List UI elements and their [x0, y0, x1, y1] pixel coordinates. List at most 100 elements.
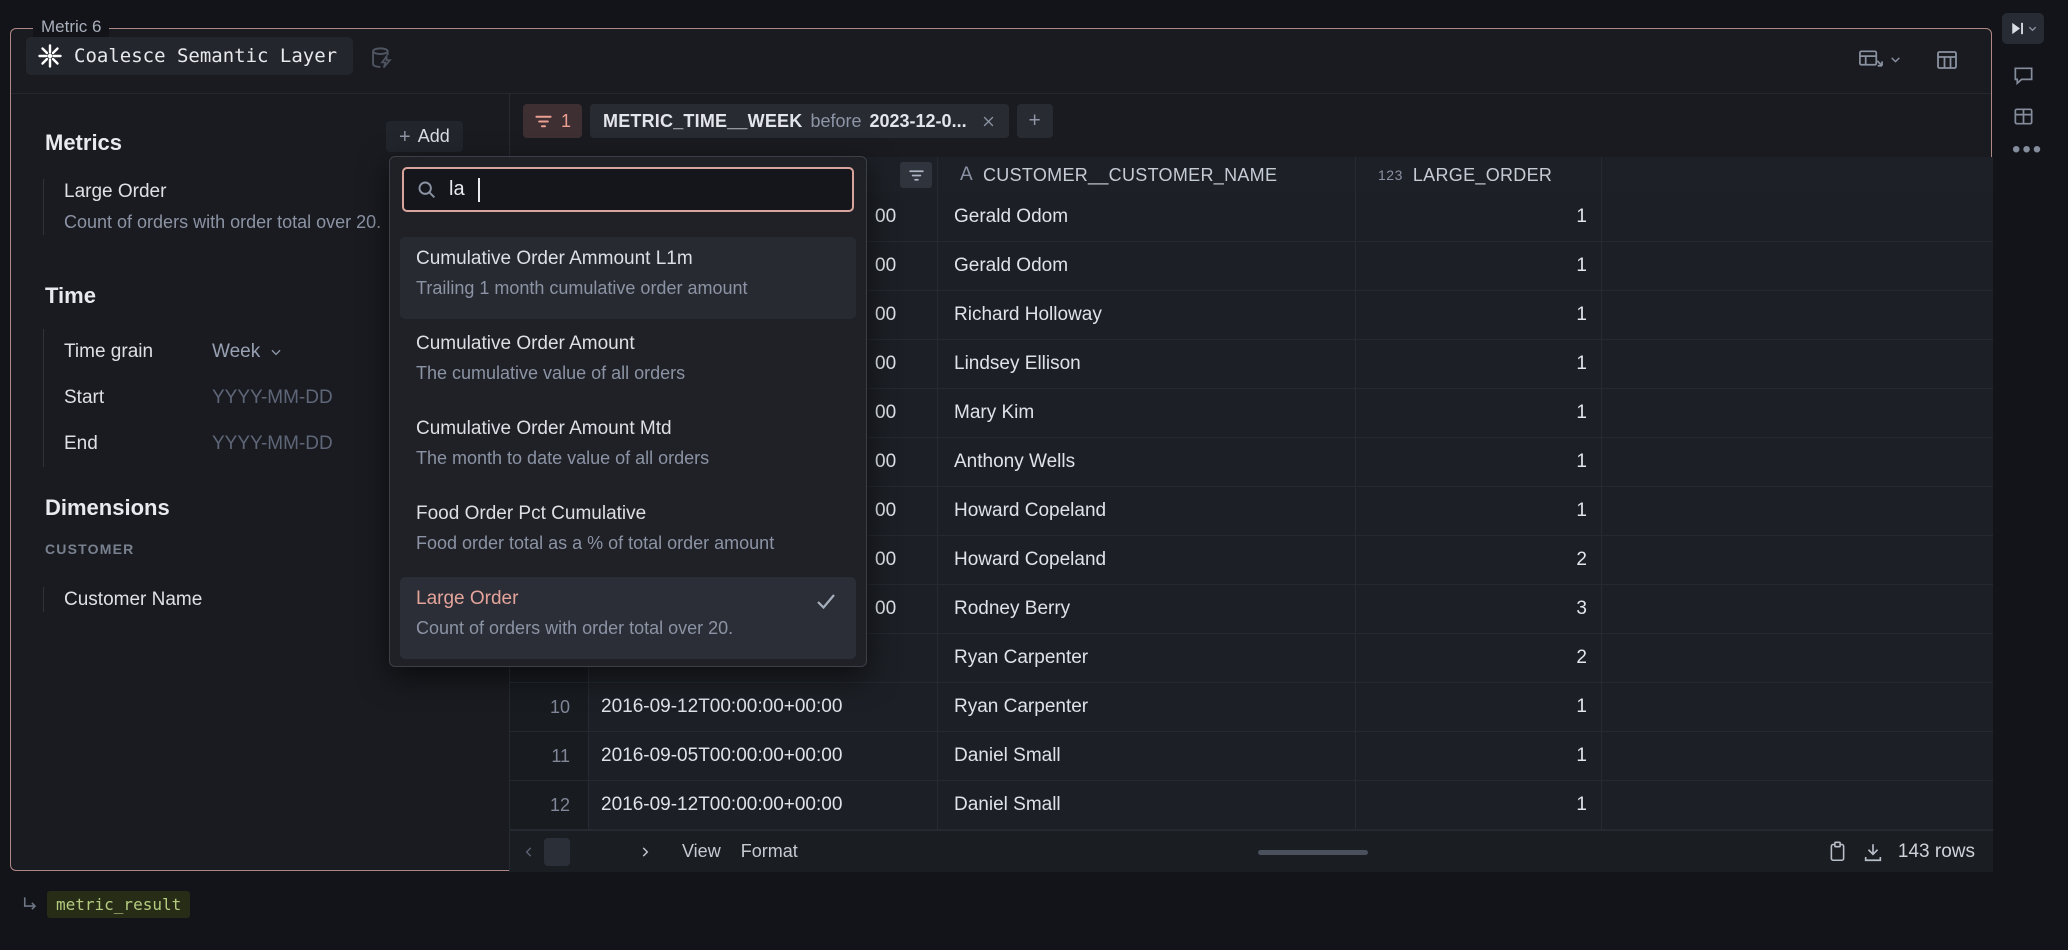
remove-filter-icon[interactable] — [981, 114, 996, 129]
metric-options-list: Cumulative Order Ammount L1m Trailing 1 … — [390, 237, 866, 662]
more-options-icon[interactable]: ••• — [2012, 136, 2043, 164]
filter-chip[interactable]: METRIC_TIME__WEEK before 2023-12-0... — [590, 104, 1009, 138]
search-query-text: la — [449, 178, 465, 201]
metric-option-description: Food order total as a % of total order a… — [416, 531, 840, 555]
large-order-cell: 1 — [1356, 683, 1602, 731]
format-menu-button[interactable]: Format — [741, 841, 798, 862]
filler-cell — [1602, 781, 1993, 829]
page-numbers — [544, 838, 630, 866]
customer-column-title: CUSTOMER__CUSTOMER_NAME — [983, 165, 1277, 186]
run-options-chevron-icon — [2027, 23, 2038, 34]
customer-name-cell: Daniel Small — [938, 781, 1356, 829]
time-grain-label: Time grain — [64, 341, 212, 363]
table-row[interactable]: 10 2016-09-12T00:00:00+00:00 Ryan Carpen… — [510, 683, 1993, 732]
selected-metric-item[interactable]: Large Order Count of orders with order t… — [43, 179, 381, 235]
next-page-icon[interactable] — [634, 845, 656, 859]
view-switcher[interactable] — [1858, 48, 1902, 70]
metric-search-dropdown: la Cumulative Order Ammount L1m Trailing… — [389, 156, 867, 667]
add-metric-button[interactable]: + Add — [386, 121, 463, 152]
metric-option[interactable]: Large Order Count of orders with order t… — [400, 577, 856, 659]
metric-option[interactable]: Food Order Pct Cumulative Food order tot… — [400, 492, 856, 574]
chevron-down-icon — [269, 345, 283, 359]
start-date-input[interactable]: YYYY-MM-DD — [212, 387, 333, 409]
large-order-column-title: LARGE_ORDER — [1413, 165, 1552, 186]
customer-name-cell: Ryan Carpenter — [938, 634, 1356, 682]
number-type-icon: 123 — [1378, 167, 1403, 183]
filter-count-badge[interactable]: 1 — [523, 104, 582, 138]
copy-table-icon[interactable] — [1827, 840, 1848, 863]
text-caret — [478, 178, 480, 202]
filler-cell — [1602, 536, 1993, 584]
customer-name-cell: Ryan Carpenter — [938, 683, 1356, 731]
metric-option-title: Large Order — [416, 587, 840, 611]
view-menu-button[interactable]: View — [682, 841, 721, 862]
filler-cell — [1602, 340, 1993, 388]
large-order-column-header[interactable]: 123 LARGE_ORDER — [1356, 157, 1602, 193]
table-grid-icon[interactable] — [2012, 105, 2035, 128]
table-row[interactable]: 12 2016-09-12T00:00:00+00:00 Daniel Smal… — [510, 781, 1993, 830]
run-play-icon — [2008, 20, 2025, 37]
filler-cell — [1602, 193, 1993, 241]
large-order-cell: 1 — [1356, 732, 1602, 780]
semantic-layer-source-chip[interactable]: Coalesce Semantic Layer — [26, 37, 353, 75]
output-variable-name[interactable]: metric_result — [47, 891, 190, 918]
dimension-item[interactable]: Customer Name — [43, 587, 202, 612]
filter-icon — [534, 113, 553, 130]
customer-column-header[interactable]: A CUSTOMER__CUSTOMER_NAME — [938, 157, 1356, 193]
add-filter-button[interactable]: + — [1017, 104, 1053, 138]
footer-right-group: 143 rows — [1827, 831, 1975, 872]
comment-icon[interactable] — [2012, 64, 2035, 87]
download-icon[interactable] — [1862, 841, 1884, 863]
page-number-button[interactable] — [544, 838, 570, 866]
page-root: ••• Metric 6 Coalesce Semantic Layer — [0, 0, 2068, 950]
filler-cell — [1602, 683, 1993, 731]
large-order-cell: 1 — [1356, 438, 1602, 486]
time-grain-select[interactable]: Week — [212, 341, 283, 363]
plus-icon: + — [399, 127, 411, 147]
column-filter-icon[interactable] — [900, 162, 932, 188]
large-order-cell: 3 — [1356, 585, 1602, 633]
filler-cell — [1602, 732, 1993, 780]
page-number-button[interactable] — [574, 838, 600, 866]
notebook-cell: Metric 6 Coalesce Semantic Layer — [10, 28, 1992, 871]
page-number-button[interactable] — [604, 838, 630, 866]
end-date-input[interactable]: YYYY-MM-DD — [212, 433, 333, 455]
start-date-row: Start YYYY-MM-DD — [64, 375, 333, 421]
metric-search-input[interactable]: la — [402, 167, 854, 212]
add-button-label: Add — [418, 126, 450, 147]
filter-field: METRIC_TIME__WEEK — [603, 111, 802, 132]
metric-option[interactable]: Cumulative Order Ammount L1m Trailing 1 … — [400, 237, 856, 319]
time-grain-value: Week — [212, 341, 260, 363]
customer-name-cell: Mary Kim — [938, 389, 1356, 437]
horizontal-scrollbar-thumb[interactable] — [1258, 850, 1368, 855]
start-label: Start — [64, 387, 212, 409]
large-order-cell: 1 — [1356, 291, 1602, 339]
filler-cell — [1602, 438, 1993, 486]
filler-column-header — [1602, 157, 1993, 193]
filter-operator: before — [810, 111, 861, 132]
chevron-down-icon — [1889, 53, 1902, 66]
prev-page-icon[interactable] — [518, 845, 540, 859]
time-heading: Time — [45, 283, 96, 309]
metric-option[interactable]: Cumulative Order Amount The cumulative v… — [400, 322, 856, 404]
filler-cell — [1602, 389, 1993, 437]
data-settings-button[interactable] — [1935, 48, 1959, 72]
metric-option[interactable]: Cumulative Order Amount Mtd The month to… — [400, 407, 856, 489]
date-cell: 2016-09-05T00:00:00+00:00 — [589, 732, 938, 780]
run-cell-button[interactable] — [2002, 13, 2044, 44]
search-icon — [416, 179, 437, 200]
row-number-cell: 12 — [510, 781, 589, 829]
large-order-cell: 1 — [1356, 781, 1602, 829]
filler-cell — [1602, 291, 1993, 339]
large-order-cell: 1 — [1356, 242, 1602, 290]
filler-cell — [1602, 242, 1993, 290]
metric-option-title: Cumulative Order Amount Mtd — [416, 417, 840, 441]
customer-name-cell: Rodney Berry — [938, 585, 1356, 633]
end-date-row: End YYYY-MM-DD — [64, 421, 333, 467]
large-order-cell: 2 — [1356, 634, 1602, 682]
data-columns-icon — [1935, 48, 1959, 72]
data-source-bolt-icon[interactable] — [368, 45, 395, 72]
table-row[interactable]: 11 2016-09-05T00:00:00+00:00 Daniel Smal… — [510, 732, 1993, 781]
pagination — [518, 838, 656, 866]
large-order-cell: 1 — [1356, 193, 1602, 241]
